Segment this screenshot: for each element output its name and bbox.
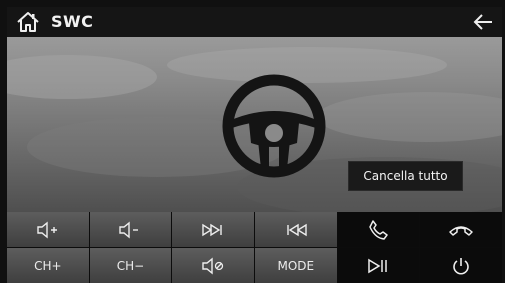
channel-down-button[interactable]: CH− <box>89 248 172 283</box>
power-icon <box>453 257 469 274</box>
mode-button[interactable]: MODE <box>254 248 337 283</box>
channel-up-button[interactable]: CH+ <box>7 248 89 283</box>
volume-down-button[interactable] <box>89 212 172 247</box>
next-track-button[interactable] <box>172 212 254 247</box>
mode-label: MODE <box>277 258 315 273</box>
back-arrow-icon[interactable] <box>472 11 494 33</box>
phone-hangup-button[interactable] <box>420 212 502 247</box>
control-grid: CH+ CH− MODE <box>7 212 502 283</box>
previous-track-button[interactable] <box>254 212 337 247</box>
channel-down-label: CH− <box>116 258 145 273</box>
phone-answer-button[interactable] <box>337 212 420 247</box>
channel-up-label: CH+ <box>34 258 62 273</box>
home-icon[interactable] <box>15 10 41 34</box>
play-pause-icon <box>368 258 388 273</box>
phone-answer-icon <box>369 219 389 240</box>
mute-button[interactable] <box>172 248 254 283</box>
volume-up-button[interactable] <box>7 212 89 247</box>
phone-hangup-icon <box>449 225 473 236</box>
swc-screen: SWC Cancella tutto CH+ CH− MODE <box>0 0 505 283</box>
play-pause-button[interactable] <box>337 248 420 283</box>
volume-up-icon <box>37 221 57 238</box>
main-panel: Cancella tutto <box>7 37 502 212</box>
top-bar: SWC <box>7 7 502 37</box>
steering-wheel-icon <box>222 74 326 178</box>
clear-all-button[interactable]: Cancella tutto <box>348 161 463 191</box>
power-button[interactable] <box>420 248 502 283</box>
volume-down-icon <box>119 221 139 238</box>
previous-track-icon <box>287 223 307 236</box>
page-title: SWC <box>51 12 94 31</box>
mute-icon <box>202 257 224 274</box>
next-track-icon <box>202 223 222 236</box>
